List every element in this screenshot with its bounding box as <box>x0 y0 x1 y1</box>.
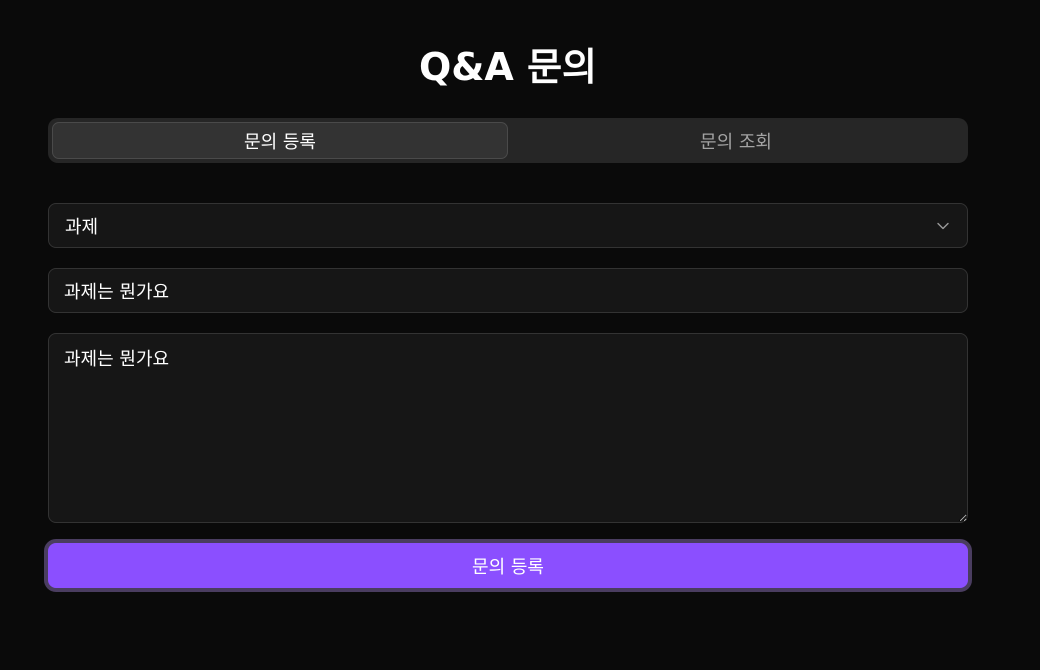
qna-page: Q&A 문의 문의 등록 문의 조회 과제 과제는 뭔가요 문의 등록 <box>0 0 1040 670</box>
category-select-value: 과제 <box>65 216 99 238</box>
tab-view-inquiries[interactable]: 문의 조회 <box>508 122 964 159</box>
submit-inquiry-button[interactable]: 문의 등록 <box>44 539 972 592</box>
category-select[interactable]: 과제 <box>48 203 968 248</box>
tab-bar: 문의 등록 문의 조회 <box>48 118 968 163</box>
subject-input[interactable] <box>48 268 968 313</box>
chevron-down-icon <box>935 218 951 234</box>
content-textarea[interactable]: 과제는 뭔가요 <box>48 333 968 523</box>
tab-register-inquiry[interactable]: 문의 등록 <box>52 122 508 159</box>
page-title: Q&A 문의 <box>418 45 597 89</box>
